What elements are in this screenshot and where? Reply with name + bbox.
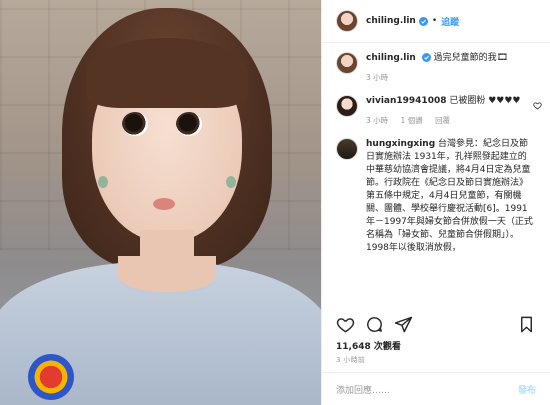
comment-meta: 3 小時 1 個讚 回覆	[366, 114, 534, 127]
commenter-avatar[interactable]	[336, 138, 358, 160]
reply-button[interactable]: 回覆	[435, 116, 450, 125]
comment-meta: 3 小時	[366, 71, 534, 84]
author-avatar[interactable]	[336, 52, 358, 74]
comment-likes[interactable]: 1 個讚	[401, 116, 423, 125]
comment-input[interactable]: 添加回應……	[336, 383, 518, 396]
heart-icon[interactable]	[336, 315, 355, 334]
verified-badge-icon	[418, 16, 428, 26]
comment-time[interactable]: 3 小時	[366, 73, 388, 82]
post-comment-button[interactable]: 發布	[518, 383, 536, 396]
comment-time[interactable]: 3 小時	[366, 116, 388, 125]
author-avatar[interactable]	[336, 10, 358, 32]
comment-text: 已被圈粉 ♥♥♥♥	[449, 96, 521, 106]
comment-like-icon[interactable]	[533, 101, 542, 110]
caption-comment: chiling.lin 過完兒童節的我🎞 3 小時	[336, 52, 536, 84]
comment-username[interactable]: hungxingxing	[366, 139, 435, 149]
comment-icon[interactable]	[365, 315, 384, 334]
list-item: hungxingxing 台灣參見：紀念日及節日實施辦法 1931年，孔祥熙發起…	[336, 138, 536, 255]
share-icon[interactable]	[394, 315, 413, 334]
comment-text: 台灣參見：紀念日及節日實施辦法 1931年，孔祥熙發起建立的中華慈幼協濟會提議，…	[366, 139, 533, 253]
post-panel: chiling.lin • 追蹤 chiling.lin 過完兒童節的我🎞 3 …	[321, 0, 550, 405]
post-photo[interactable]	[0, 0, 321, 405]
verified-badge-icon	[421, 53, 431, 62]
comment-text: 過完兒童節的我🎞	[433, 53, 509, 63]
comment-username[interactable]: chiling.lin	[366, 53, 416, 63]
left-eye	[122, 112, 148, 136]
list-item: vivian19941008 已被圈粉 ♥♥♥♥ 3 小時 1 個讚 回覆	[336, 95, 542, 127]
comments-list[interactable]: chiling.lin 過完兒童節的我🎞 3 小時 vivian19941008…	[322, 52, 550, 309]
bangs	[86, 38, 248, 108]
toy-sticker	[28, 354, 74, 400]
left-earring	[98, 176, 108, 188]
right-earring	[226, 176, 236, 188]
mouth	[153, 198, 175, 210]
collar	[118, 256, 216, 296]
author-username[interactable]: chiling.lin	[366, 16, 416, 26]
right-eye	[176, 112, 202, 136]
add-comment-bar: 添加回應…… 發布	[322, 372, 550, 405]
comment-username[interactable]: vivian19941008	[366, 96, 446, 106]
view-count[interactable]: 11,648 次觀看	[336, 339, 401, 352]
follow-button[interactable]: 追蹤	[441, 15, 459, 28]
header-separator: •	[431, 16, 438, 26]
action-bar	[336, 313, 536, 335]
bookmark-icon[interactable]	[517, 315, 536, 334]
commenter-avatar[interactable]	[336, 95, 358, 117]
post-header: chiling.lin • 追蹤	[322, 0, 550, 43]
post-time[interactable]: 3 小時前	[336, 355, 365, 365]
